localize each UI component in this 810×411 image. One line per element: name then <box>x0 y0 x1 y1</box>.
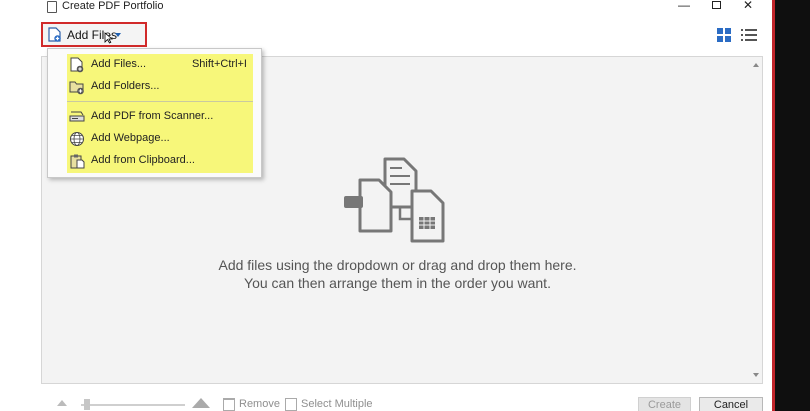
menu-item-label: Add Files... <box>91 58 147 70</box>
add-folder-icon <box>69 81 84 95</box>
menu-item-label: Add Folders... <box>91 80 160 92</box>
select-multiple-icon <box>285 398 297 411</box>
menu-item-add-from-clipboard[interactable]: Add from Clipboard... <box>67 151 253 171</box>
zoom-slider[interactable] <box>81 404 185 406</box>
chevron-down-icon[interactable] <box>115 33 121 37</box>
list-view-icon[interactable] <box>741 28 757 42</box>
footer-bar: Remove Select Multiple Create Cancel <box>41 395 772 411</box>
scanner-icon <box>69 111 85 122</box>
edge-accent <box>772 0 775 411</box>
globe-icon <box>70 132 84 146</box>
title-bar: Create PDF Portfolio — ✕ <box>0 0 772 16</box>
menu-item-shortcut: Shift+Ctrl+I <box>191 58 247 70</box>
add-file-icon <box>48 27 61 42</box>
maximize-button[interactable] <box>702 0 730 14</box>
menu-item-label: Add PDF from Scanner... <box>91 110 214 122</box>
scroll-up-icon[interactable] <box>753 63 759 67</box>
menu-item-label: Add from Clipboard... <box>91 154 195 166</box>
drop-instructions-line2: You can then arrange them in the order y… <box>244 275 551 291</box>
window-title: Create PDF Portfolio <box>62 0 164 12</box>
trash-icon <box>223 398 235 411</box>
remove-button[interactable]: Remove <box>239 398 280 410</box>
maximize-icon <box>711 1 721 9</box>
close-button[interactable]: ✕ <box>734 0 762 14</box>
menu-item-label: Add Webpage... <box>91 132 170 144</box>
menu-item-add-files[interactable]: Add Files... Shift+Ctrl+I <box>67 55 253 75</box>
add-file-icon <box>70 57 84 73</box>
scroll-down-icon[interactable] <box>753 373 759 377</box>
menu-separator <box>67 101 253 102</box>
zoom-in-icon[interactable] <box>192 398 210 408</box>
minimize-button[interactable]: — <box>670 0 698 14</box>
menu-item-add-pdf-from-scanner[interactable]: Add PDF from Scanner... <box>67 107 253 127</box>
drop-instructions-line1: Add files using the dropdown or drag and… <box>218 257 577 273</box>
portfolio-app-icon <box>47 1 57 13</box>
window-edge <box>772 0 810 411</box>
zoom-out-icon[interactable] <box>57 400 67 406</box>
vertical-scrollbar[interactable] <box>750 57 762 383</box>
files-placeholder-icon <box>344 157 445 243</box>
clipboard-icon <box>70 154 85 169</box>
cancel-button[interactable]: Cancel <box>699 397 763 411</box>
zoom-slider-handle[interactable] <box>84 399 90 410</box>
menu-item-add-webpage[interactable]: Add Webpage... <box>67 129 253 149</box>
create-button[interactable]: Create <box>638 397 691 411</box>
grid-view-icon[interactable] <box>717 28 731 42</box>
add-files-dropdown-menu: Add Files... Shift+Ctrl+I Add Folders...… <box>47 48 262 178</box>
add-files-button[interactable]: Add Files <box>41 22 147 47</box>
select-multiple-button[interactable]: Select Multiple <box>301 398 373 410</box>
mouse-cursor-icon <box>104 32 113 44</box>
menu-item-add-folders[interactable]: Add Folders... <box>67 77 253 97</box>
